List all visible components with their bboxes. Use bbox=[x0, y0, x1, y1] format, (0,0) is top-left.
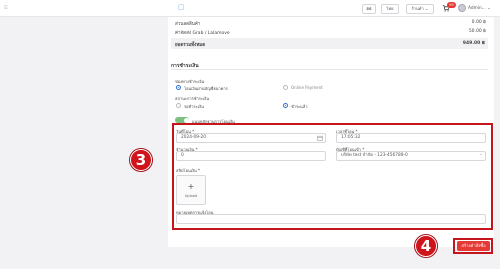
radio-unpaid[interactable] bbox=[176, 103, 181, 108]
payment-method-label: ช่องทางชำระเงิน bbox=[175, 79, 205, 84]
cart-count-badge: 99 bbox=[447, 2, 456, 8]
avatar[interactable] bbox=[458, 4, 466, 12]
step3-badge: 3 bbox=[130, 149, 152, 171]
language-select[interactable]: ไทย bbox=[381, 4, 399, 14]
unpaid-label: รอชำระเงิน bbox=[184, 104, 204, 109]
discount-label: ส่วนลดสินค้า bbox=[175, 22, 201, 27]
left-gutter bbox=[0, 17, 168, 269]
shop-menu-button[interactable]: ร้านค้า ⌄ bbox=[406, 4, 434, 14]
top-bar: ⁝⁝ ▢ ฿฿ ไทย ร้านค้า ⌄ 99 Admin... ⌄ bbox=[0, 0, 500, 17]
radio-paid[interactable] bbox=[283, 103, 288, 108]
total-bar: ยอดรวมทั้งหมด 949.00 ฿ bbox=[171, 38, 488, 49]
radio-bank-transfer[interactable] bbox=[176, 85, 181, 90]
radio-online-payment[interactable] bbox=[283, 85, 288, 90]
shop-menu-label: ร้านค้า bbox=[411, 6, 424, 11]
step4-badge: 4 bbox=[415, 235, 437, 257]
username-label: Admin... bbox=[468, 6, 486, 11]
chevron-down-icon: ⌄ bbox=[424, 6, 429, 11]
discount-value: 0.00 ฿ bbox=[471, 20, 486, 25]
total-label: ยอดรวมทั้งหมด bbox=[175, 42, 206, 48]
chevron-down-icon: ⌄ bbox=[487, 6, 491, 11]
step3-highlight-box bbox=[172, 123, 493, 230]
step4-highlight-box bbox=[453, 238, 493, 254]
paid-label: ชำระแล้ว bbox=[291, 104, 308, 109]
shipping-value: 50.00 ฿ bbox=[468, 29, 486, 34]
payment-status-label: สถานะการชำระเงิน bbox=[175, 96, 210, 101]
user-menu[interactable]: Admin... ⌄ bbox=[468, 6, 491, 11]
online-payment-label: Online Payment bbox=[291, 85, 323, 90]
shipping-label: ค่าจัดส่ง Grab / Lalamove bbox=[175, 31, 230, 36]
section-divider bbox=[171, 69, 488, 70]
menu-icon[interactable]: ⁝⁝ bbox=[4, 5, 8, 11]
currency-button[interactable]: ฿฿ bbox=[362, 4, 376, 14]
logo-icon: ▢ bbox=[178, 3, 185, 11]
total-value: 949.00 ฿ bbox=[462, 40, 485, 46]
bank-transfer-label: โอนเงินผ่านบัญชีธนาคาร bbox=[184, 86, 228, 91]
